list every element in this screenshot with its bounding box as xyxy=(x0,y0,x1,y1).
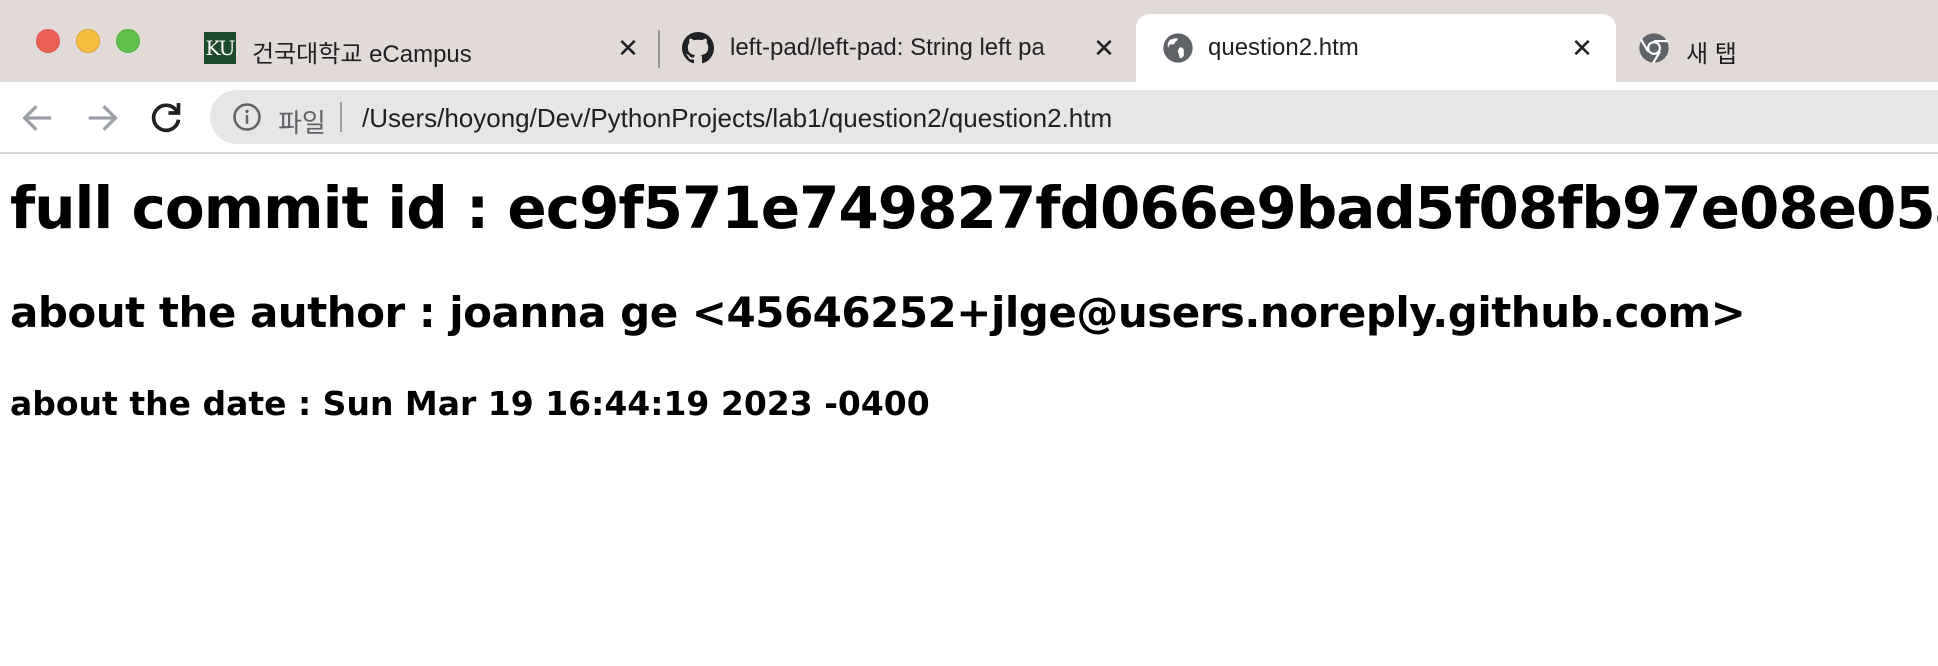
close-tab-icon[interactable]: ✕ xyxy=(1088,32,1120,64)
browser-toolbar: 파일 /Users/hoyong/Dev/PythonProjects/lab1… xyxy=(0,82,1938,154)
address-bar[interactable]: 파일 /Users/hoyong/Dev/PythonProjects/lab1… xyxy=(210,90,1938,144)
tab-left-pad[interactable]: left-pad/left-pad: String left pa ✕ xyxy=(682,14,1122,82)
tab-strip: KU 건국대학교 eCampus ✕ left-pad/left-pad: St… xyxy=(0,0,1938,82)
ku-logo-icon: KU xyxy=(204,32,236,64)
window-maximize-button[interactable] xyxy=(116,29,140,53)
window-minimize-button[interactable] xyxy=(76,29,100,53)
back-arrow-icon[interactable] xyxy=(18,98,58,138)
scheme-divider xyxy=(340,102,342,132)
reload-icon[interactable] xyxy=(146,98,186,138)
chrome-icon xyxy=(1639,33,1669,64)
date-heading: about the date : Sun Mar 19 16:44:19 202… xyxy=(10,384,930,423)
tab-ecampus[interactable]: KU 건국대학교 eCampus ✕ xyxy=(204,14,646,82)
tab-new-tab[interactable]: 새 탭 xyxy=(1638,14,1838,82)
info-icon[interactable] xyxy=(232,102,262,132)
close-tab-icon[interactable]: ✕ xyxy=(1566,32,1598,64)
close-tab-icon[interactable]: ✕ xyxy=(612,32,644,64)
github-icon xyxy=(682,32,714,64)
commit-id-heading: full commit id : ec9f571e749827fd066e9ba… xyxy=(10,174,1938,242)
page-content: full commit id : ec9f571e749827fd066e9ba… xyxy=(0,156,1938,666)
scheme-label: 파일 xyxy=(278,108,326,138)
window-close-button[interactable] xyxy=(36,29,60,53)
tab-separator xyxy=(658,30,660,68)
globe-icon xyxy=(1163,33,1193,63)
tab-title: 새 탭 xyxy=(1686,41,1737,68)
url-text[interactable]: /Users/hoyong/Dev/PythonProjects/lab1/qu… xyxy=(362,103,1112,134)
forward-arrow-icon[interactable] xyxy=(82,98,122,138)
tab-title: left-pad/left-pad: String left pa xyxy=(730,34,1045,61)
tab-question2[interactable]: question2.htm ✕ xyxy=(1136,14,1616,82)
tab-title: question2.htm xyxy=(1208,34,1359,61)
author-heading: about the author : joanna ge <45646252+j… xyxy=(10,288,1746,337)
tab-title: 건국대학교 eCampus xyxy=(252,41,472,68)
